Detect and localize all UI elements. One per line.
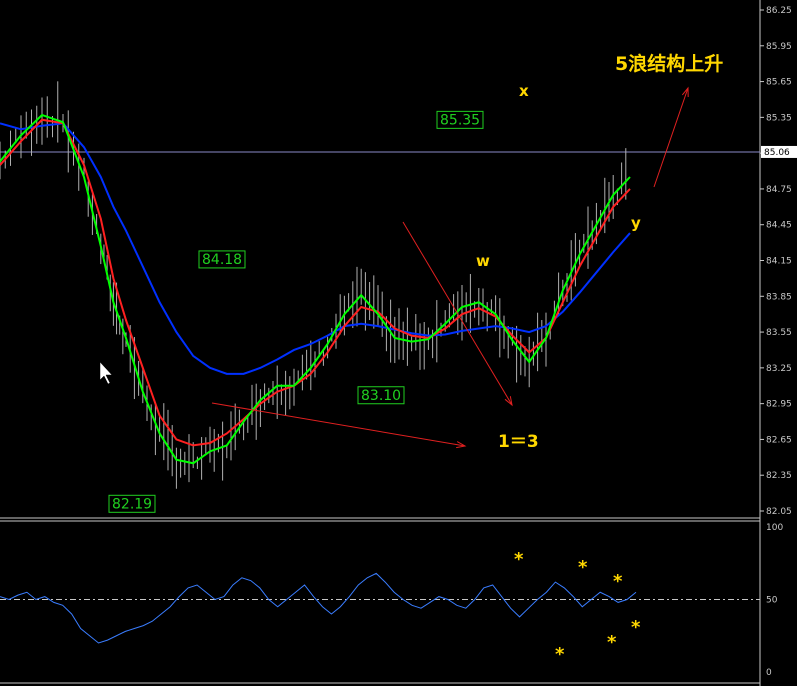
arrow-head <box>504 396 513 407</box>
price-tick-label: 82.65 <box>766 435 792 445</box>
price-tick-label: 84.45 <box>766 221 792 231</box>
osc-tick-label: 50 <box>766 596 778 606</box>
trend-arrow <box>653 87 689 188</box>
osc-star: * <box>555 644 565 665</box>
osc-tick-label: 100 <box>766 523 783 533</box>
price-tick-label: 84.15 <box>766 257 792 267</box>
price-tick-label: 85.35 <box>766 113 792 123</box>
price-label: 85.35 <box>440 112 480 128</box>
osc-star: * <box>613 571 623 592</box>
annotation: x <box>519 82 529 100</box>
price-tick-label: 83.85 <box>766 292 792 302</box>
ma-red-line <box>0 118 631 447</box>
price-tick-label: 84.75 <box>766 185 792 195</box>
price-tick-label: 85.95 <box>766 42 792 52</box>
mouse-cursor-icon <box>99 361 113 385</box>
price-label: 82.19 <box>112 496 152 512</box>
ma-blue-line <box>0 122 631 375</box>
price-tick-label: 82.95 <box>766 400 792 410</box>
osc-star: * <box>578 557 588 578</box>
current-price-label: 85.06 <box>764 148 790 158</box>
price-tick-label: 82.35 <box>766 471 792 481</box>
chart-window: 86.2585.9585.6585.3585.0584.7584.4584.15… <box>0 0 797 686</box>
annotation: 5浪结构上升 <box>615 52 723 75</box>
osc-line <box>0 572 637 644</box>
price-tick-label: 83.55 <box>766 328 792 338</box>
price-label: 84.18 <box>202 252 242 268</box>
price-tick-label: 82.05 <box>766 507 792 517</box>
osc-star: * <box>514 549 524 570</box>
price-bars <box>0 81 627 489</box>
price-tick-label: 86.25 <box>766 6 792 16</box>
annotation: w <box>476 252 490 270</box>
price-tick-label: 83.25 <box>766 364 792 374</box>
osc-star: * <box>631 617 641 638</box>
osc-tick-label: 0 <box>766 668 772 678</box>
price-label: 83.10 <box>361 388 401 404</box>
annotation: y <box>631 214 641 232</box>
osc-star: * <box>607 632 617 653</box>
trend-arrow <box>211 402 466 447</box>
price-chart: 86.2585.9585.6585.3585.0584.7584.4584.15… <box>0 0 797 686</box>
annotation: 1＝3 <box>498 432 539 452</box>
price-tick-label: 85.65 <box>766 78 792 88</box>
